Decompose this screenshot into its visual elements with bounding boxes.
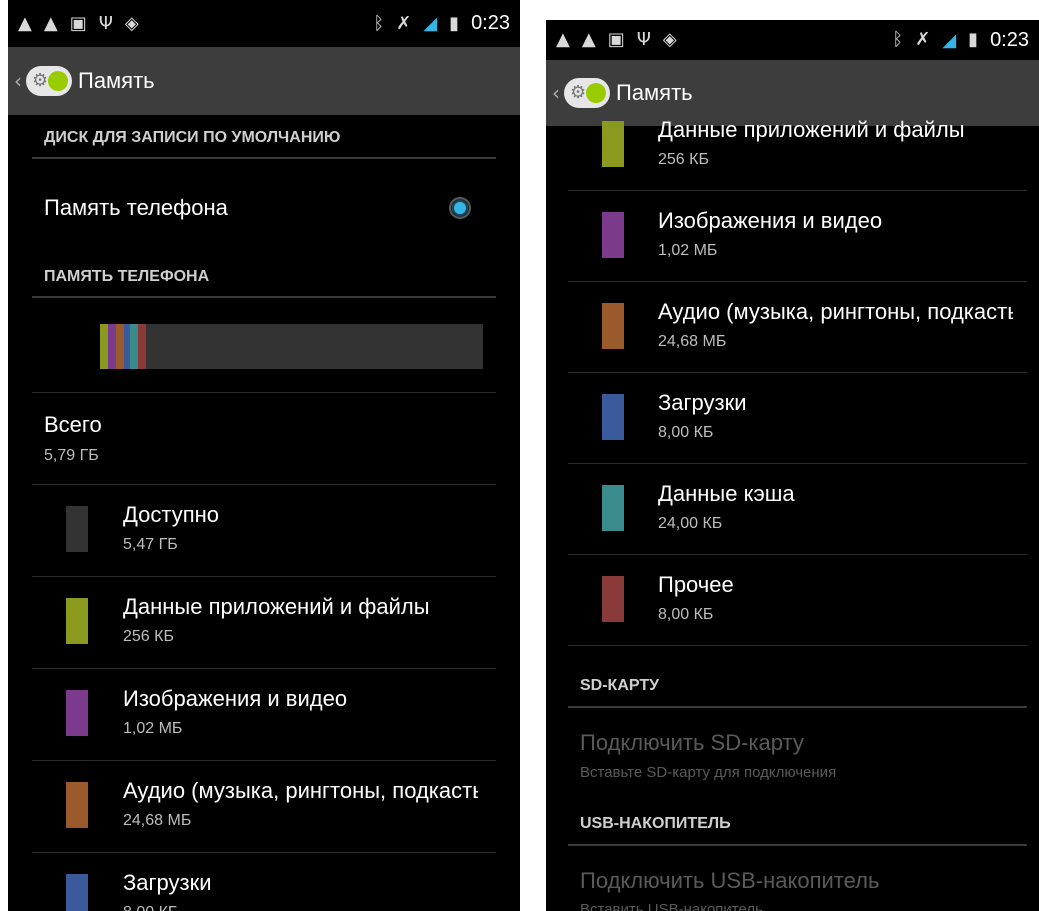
default-disk-radio[interactable] [449,197,471,219]
usb-storage-header: USB-НАКОПИТЕЛЬ [580,815,731,832]
storage-category-swatch [602,212,624,258]
signal-icon: ◢ [942,29,957,51]
page-title: Память [78,68,155,93]
wifi-icon: ◈ [662,29,677,50]
mute-icon: ✗ [396,12,412,34]
storage-category-swatch [602,394,624,440]
storage-category-value: 1,02 МБ [658,242,718,259]
storage-category-label[interactable]: Доступно [123,502,478,528]
usage-segment [100,324,109,369]
signal-icon: ◢ [423,13,438,34]
clock: 0:23 [990,28,1029,51]
page-title: Память [616,80,693,105]
mount-usb-storage-hint: Вставить USB-накопитель [580,901,763,911]
total-value: 5,79 ГБ [44,447,99,464]
bluetooth-icon: ᛒ [892,29,904,50]
storage-category-swatch [602,576,624,622]
storage-category-value: 256 КБ [658,151,709,168]
storage-category-label[interactable]: Данные приложений и файлы [658,117,1013,143]
phone-screen-left: ▲ ▲ ▣ Ψ ◈ ᛒ ✗ ◢ ▮ 0:23 ‹ ⚙ Память ДИСК Д… [8,0,520,911]
mount-sd-card-button[interactable]: Подключить SD-карту [580,730,804,756]
storage-category-swatch [602,121,624,167]
storage-category-label[interactable]: Изображения и видео [123,686,478,712]
battery-icon: ▮ [449,12,460,34]
usage-segment [130,324,139,369]
mount-usb-storage-button[interactable]: Подключить USB-накопитель [580,868,879,894]
storage-category-label[interactable]: Данные кэша [658,481,1013,507]
usage-segment [116,324,125,369]
clock: 0:23 [471,12,510,34]
storage-category-value: 5,47 ГБ [123,536,178,553]
storage-category-label[interactable]: Данные приложений и файлы [123,594,478,620]
storage-category-label[interactable]: Аудио (музыка, рингтоны, подкасты) [123,778,478,804]
status-bar: ▲ ▲ ▣ Ψ ◈ ᛒ ✗ ◢ ▮ 0:23 [8,0,520,47]
storage-category-swatch [66,598,88,644]
storage-category-label[interactable]: Загрузки [658,390,1013,416]
usage-segment [138,324,147,369]
storage-category-label[interactable]: Изображения и видео [658,208,1013,234]
storage-category-swatch [66,506,88,552]
storage-category-value: 8,00 КБ [658,424,714,441]
image-icon: ▣ [69,12,87,34]
storage-category-value: 256 КБ [123,628,174,645]
storage-usage-bar [100,324,483,369]
storage-category-swatch [602,485,624,531]
action-bar[interactable]: ‹ ⚙ Память [8,47,520,115]
storage-category-value: 24,68 МБ [123,812,192,829]
usb-icon: Ψ [98,12,113,34]
status-bar: ▲ ▲ ▣ Ψ ◈ ᛒ ✗ ◢ ▮ 0:23 [546,20,1039,60]
mute-icon: ✗ [915,29,931,50]
total-label: Всего [44,412,102,437]
storage-category-value: 24,68 МБ [658,333,727,350]
warning-icon: ▲ [43,12,58,34]
phone-screen-right: ▲ ▲ ▣ Ψ ◈ ᛒ ✗ ◢ ▮ 0:23 ‹ ⚙ Память Данные… [546,20,1039,911]
bluetooth-icon: ᛒ [373,12,385,34]
default-disk-header: ДИСК ДЛЯ ЗАПИСИ ПО УМОЛЧАНИЮ [44,129,341,146]
storage-category-label[interactable]: Аудио (музыка, рингтоны, подкасты) [658,299,1013,325]
storage-list-scrolled: Данные приложений и файлы 256 КБ Изображен… [546,117,1039,911]
storage-category-value: 24,00 КБ [658,515,723,532]
usb-icon: Ψ [636,29,651,50]
settings-app-icon: ⚙ [26,66,72,96]
storage-category-value: 8,00 КБ [658,606,714,623]
back-chevron-icon[interactable]: ‹ [14,69,22,93]
back-chevron-icon[interactable]: ‹ [552,81,560,105]
storage-category-label[interactable]: Загрузки [123,870,478,896]
storage-category-label[interactable]: Прочее [658,572,1013,598]
storage-list: ДИСК ДЛЯ ЗАПИСИ ПО УМОЛЧАНИЮ Память теле… [8,115,520,911]
default-disk-option-label[interactable]: Память телефона [44,195,228,221]
storage-category-value: 1,02 МБ [123,720,183,737]
phone-memory-header: ПАМЯТЬ ТЕЛЕФОНА [44,268,210,285]
storage-category-swatch [66,690,88,736]
storage-category-swatch [602,303,624,349]
warning-icon: ▲ [581,29,596,50]
warning-icon: ▲ [18,12,32,34]
image-icon: ▣ [607,29,625,50]
storage-category-value: 8,00 КБ [123,904,178,911]
warning-icon: ▲ [556,29,570,50]
battery-icon: ▮ [968,29,979,50]
mount-sd-card-hint: Вставьте SD-карту для подключения [580,764,837,781]
storage-category-swatch [66,782,88,828]
storage-category-swatch [66,874,88,911]
sd-card-header: SD-КАРТУ [580,677,660,694]
wifi-icon: ◈ [124,12,139,34]
settings-app-icon: ⚙ [564,78,610,108]
usage-segment [108,324,117,369]
